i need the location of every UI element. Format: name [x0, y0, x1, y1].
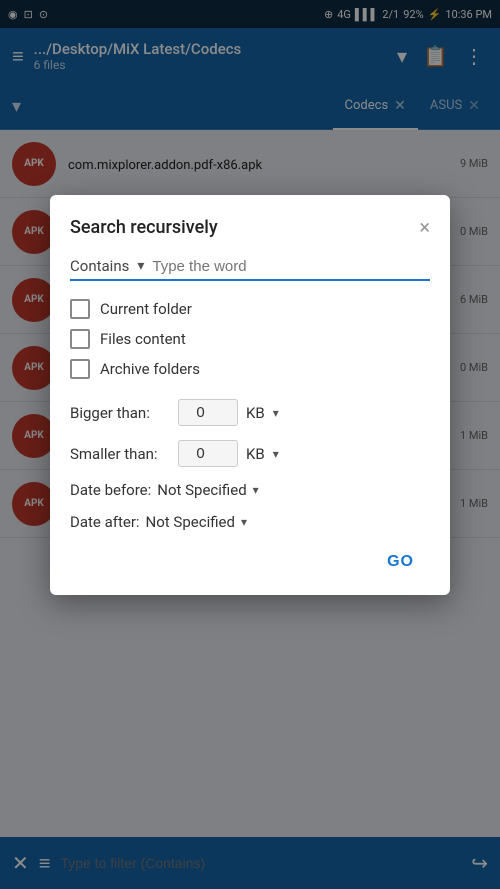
checkbox-archive-folders-label: Archive folders: [100, 360, 200, 378]
checkbox-archive-folders-row[interactable]: Archive folders: [70, 359, 430, 379]
go-button[interactable]: GO: [371, 545, 430, 579]
checkbox-current-folder-label: Current folder: [100, 300, 192, 318]
smaller-than-label: Smaller than:: [70, 445, 170, 463]
contains-label: Contains: [70, 257, 129, 275]
checkbox-files-content-label: Files content: [100, 330, 186, 348]
search-word-input[interactable]: [152, 258, 430, 275]
checkbox-files-content-row[interactable]: Files content: [70, 329, 430, 349]
smaller-than-unit: KB: [246, 445, 265, 463]
search-dialog: Search recursively × Contains ▾ Current …: [50, 195, 450, 595]
dialog-title: Search recursively: [70, 217, 218, 238]
checkbox-current-folder[interactable]: [70, 299, 90, 319]
date-before-label: Date before:: [70, 481, 151, 499]
checkbox-group: Current folder Files content Archive fol…: [70, 299, 430, 379]
date-after-label: Date after:: [70, 513, 140, 531]
date-before-row[interactable]: Date before: Not Specified ▾: [70, 481, 430, 499]
date-before-value: Not Specified: [157, 481, 246, 499]
search-row: Contains ▾: [70, 257, 430, 281]
date-after-dropdown[interactable]: ▾: [241, 515, 247, 529]
dialog-header: Search recursively ×: [70, 215, 430, 239]
smaller-than-input[interactable]: [178, 440, 238, 467]
bigger-than-input[interactable]: [178, 399, 238, 426]
checkbox-archive-folders[interactable]: [70, 359, 90, 379]
dialog-actions: GO: [70, 545, 430, 579]
bigger-than-label: Bigger than:: [70, 404, 170, 422]
checkbox-current-folder-row[interactable]: Current folder: [70, 299, 430, 319]
checkbox-files-content[interactable]: [70, 329, 90, 349]
date-after-value: Not Specified: [146, 513, 235, 531]
dialog-close-button[interactable]: ×: [419, 215, 430, 239]
contains-dropdown-button[interactable]: ▾: [137, 258, 144, 274]
bigger-than-row: Bigger than: KB ▾: [70, 399, 430, 426]
date-before-dropdown[interactable]: ▾: [253, 483, 259, 497]
smaller-than-unit-dropdown[interactable]: ▾: [273, 447, 279, 461]
smaller-than-row: Smaller than: KB ▾: [70, 440, 430, 467]
date-after-row[interactable]: Date after: Not Specified ▾: [70, 513, 430, 531]
bigger-than-unit-dropdown[interactable]: ▾: [273, 406, 279, 420]
bigger-than-unit: KB: [246, 404, 265, 422]
